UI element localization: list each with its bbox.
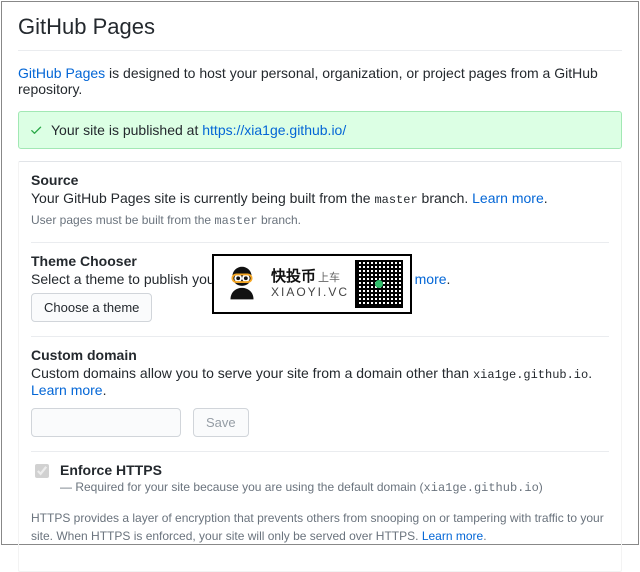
watermark-overlay: 快投币上车 XIAOYI.VC xyxy=(212,254,412,314)
source-heading: Source xyxy=(31,172,609,188)
enforce-https-sub: — Required for your site because you are… xyxy=(60,480,543,494)
custom-domain-input[interactable] xyxy=(31,408,181,437)
page-title: GitHub Pages xyxy=(18,14,622,40)
settings-card: Source Your GitHub Pages site is current… xyxy=(18,161,622,572)
enforce-https-labelwrap: Enforce HTTPS — Required for your site b… xyxy=(60,462,543,495)
custom-domain-section: Custom domain Custom domains allow you t… xyxy=(31,336,609,437)
watermark-text: 快投币上车 XIAOYI.VC xyxy=(271,269,349,299)
divider xyxy=(18,50,622,51)
source-branch: master xyxy=(374,193,417,207)
intro-link[interactable]: GitHub Pages xyxy=(18,65,105,81)
save-domain-button[interactable]: Save xyxy=(193,408,249,437)
custom-domain-description: Custom domains allow you to serve your s… xyxy=(31,365,609,398)
settings-panel: GitHub Pages GitHub Pages is designed to… xyxy=(1,1,639,545)
custom-domain-form: Save xyxy=(31,408,609,437)
published-url-link[interactable]: https://xia1ge.github.io/ xyxy=(202,122,346,138)
check-icon xyxy=(29,123,43,137)
source-hint: User pages must be built from the master… xyxy=(31,213,609,228)
publish-flash: Your site is published at https://xia1ge… xyxy=(18,111,622,149)
source-section: Source Your GitHub Pages site is current… xyxy=(31,172,609,228)
flash-prefix: Your site is published at xyxy=(51,122,202,138)
enforce-https-label: Enforce HTTPS xyxy=(60,462,162,478)
custom-domain-heading: Custom domain xyxy=(31,347,609,363)
default-domain: xia1ge.github.io xyxy=(473,368,588,382)
intro-text: GitHub Pages is designed to host your pe… xyxy=(18,65,622,97)
domain-learn-more-link[interactable]: Learn more xyxy=(31,382,103,398)
enforce-https-checkbox[interactable] xyxy=(35,464,49,478)
watermark-qr-icon xyxy=(355,260,403,308)
source-learn-more-link[interactable]: Learn more xyxy=(472,190,544,206)
choose-theme-button[interactable]: Choose a theme xyxy=(31,293,152,322)
watermark-avatar-icon xyxy=(219,261,265,307)
intro-rest: is designed to host your personal, organ… xyxy=(18,65,598,97)
enforce-https-row: Enforce HTTPS — Required for your site b… xyxy=(31,462,609,495)
source-description: Your GitHub Pages site is currently bein… xyxy=(31,190,609,207)
https-description: HTTPS provides a layer of encryption tha… xyxy=(31,509,609,545)
https-section: Enforce HTTPS — Required for your site b… xyxy=(31,451,609,545)
flash-text: Your site is published at https://xia1ge… xyxy=(51,122,346,138)
https-learn-more-link[interactable]: Learn more xyxy=(422,529,483,543)
